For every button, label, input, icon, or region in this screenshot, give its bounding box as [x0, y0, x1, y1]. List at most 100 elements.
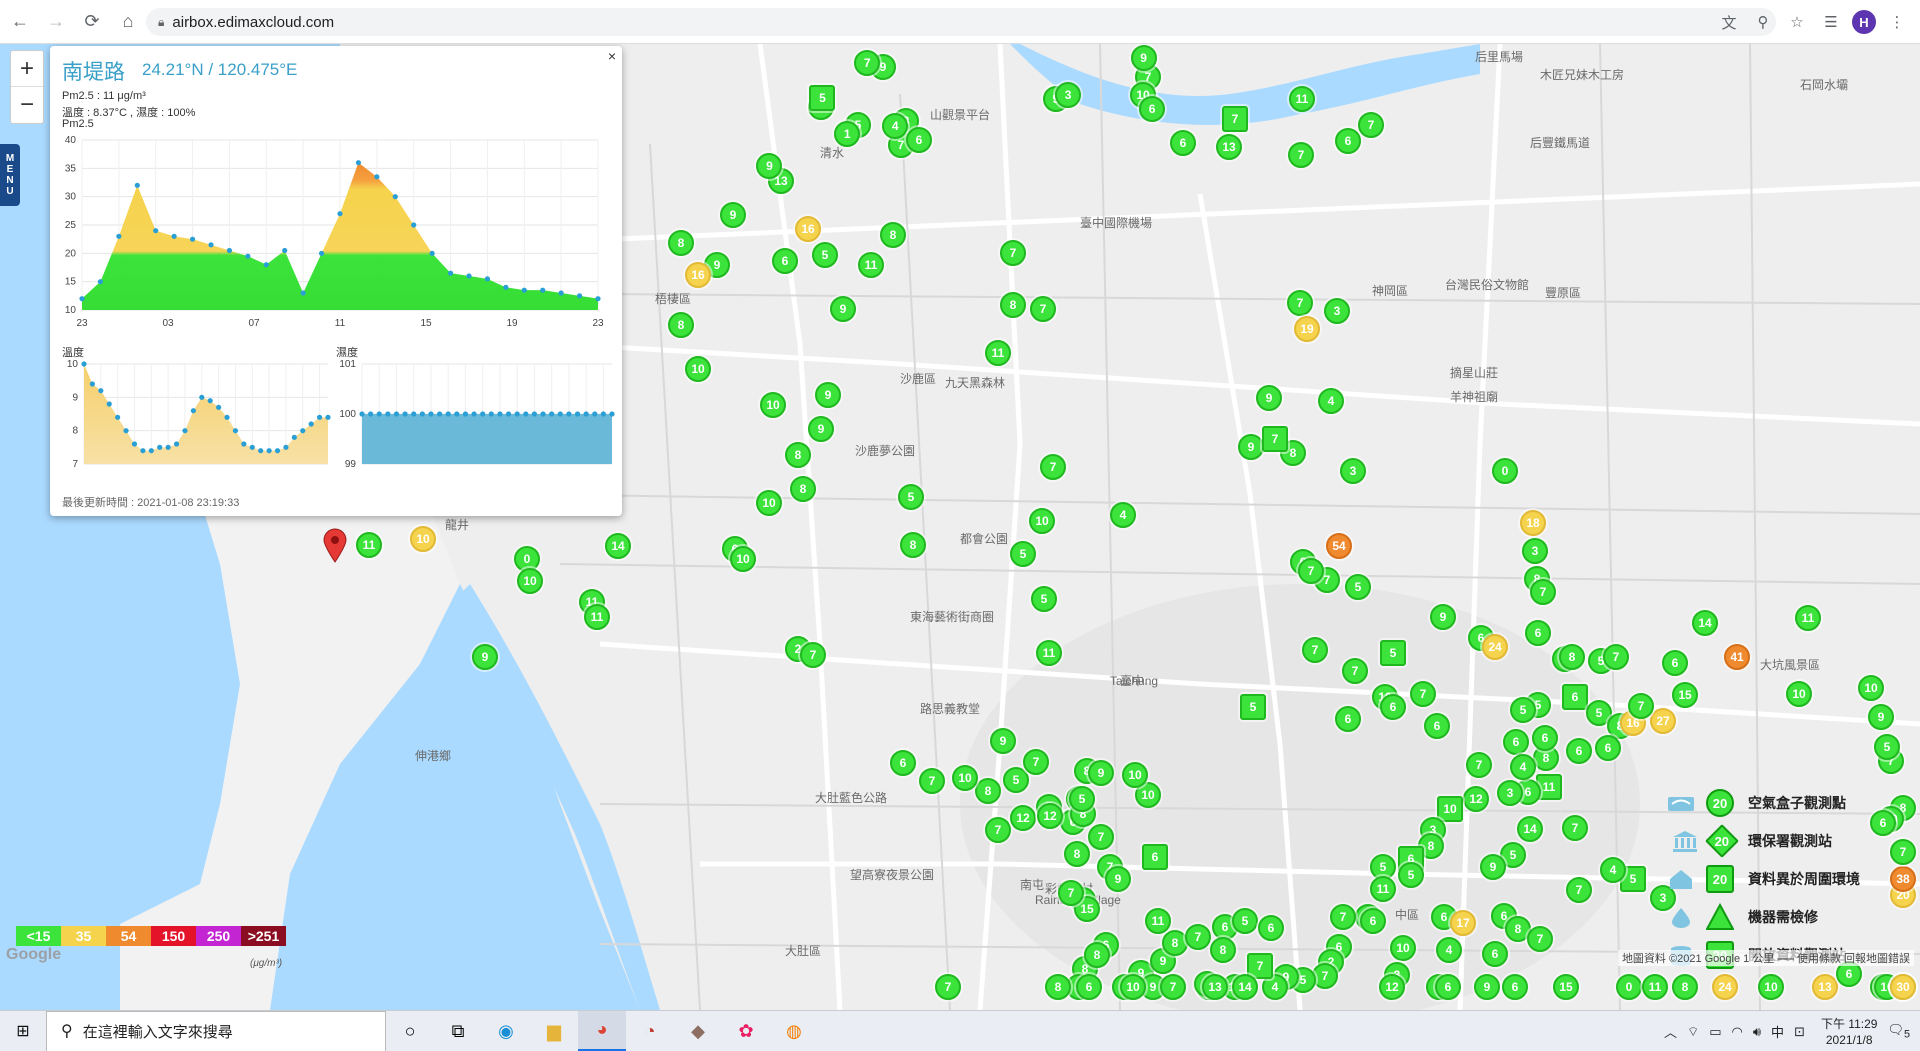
- station-marker[interactable]: 9: [1430, 604, 1456, 630]
- station-marker[interactable]: 7: [1040, 454, 1066, 480]
- back-icon[interactable]: ←: [4, 6, 36, 38]
- station-marker[interactable]: 13: [1812, 974, 1838, 1000]
- station-marker[interactable]: 30: [1890, 974, 1916, 1000]
- station-marker[interactable]: 5: [1240, 694, 1266, 720]
- battery-icon[interactable]: ▭: [1709, 1024, 1721, 1040]
- station-marker[interactable]: 15: [1553, 974, 1579, 1000]
- station-marker[interactable]: 7: [1466, 752, 1492, 778]
- address-bar[interactable]: 🔒︎ airbox.edimaxcloud.com: [146, 8, 1776, 36]
- station-marker[interactable]: 6: [772, 248, 798, 274]
- station-marker[interactable]: 6: [1566, 738, 1592, 764]
- windows-start-icon[interactable]: ⊞: [0, 1011, 46, 1051]
- station-marker[interactable]: 8: [668, 230, 694, 256]
- station-marker[interactable]: 5: [1069, 786, 1095, 812]
- station-marker[interactable]: 5: [1010, 541, 1036, 567]
- station-marker[interactable]: 12: [1463, 786, 1489, 812]
- cortana-icon[interactable]: ○: [386, 1011, 434, 1051]
- wifi-icon[interactable]: ◠: [1732, 1024, 1743, 1040]
- station-marker[interactable]: 5: [1003, 767, 1029, 793]
- station-marker[interactable]: 5: [1345, 574, 1371, 600]
- station-marker[interactable]: 4: [1318, 388, 1344, 414]
- tray-expand-icon[interactable]: ︿: [1664, 1022, 1677, 1041]
- taskbar-search-box[interactable]: ⚲ 在這裡輸入文字來搜尋: [46, 1010, 386, 1051]
- station-marker[interactable]: 5: [812, 242, 838, 268]
- station-marker[interactable]: 9: [1480, 854, 1506, 880]
- app-icon-compass[interactable]: ◔: [626, 1011, 674, 1051]
- home-icon[interactable]: ⌂: [112, 6, 144, 38]
- station-marker[interactable]: 8: [1559, 644, 1585, 670]
- station-marker[interactable]: 10: [1120, 974, 1146, 1000]
- station-marker[interactable]: 7: [1358, 112, 1384, 138]
- zoom-out-button[interactable]: −: [11, 87, 43, 123]
- station-marker[interactable]: 10: [730, 546, 756, 572]
- station-marker[interactable]: 6: [1380, 694, 1406, 720]
- station-marker[interactable]: 10: [1858, 675, 1884, 701]
- station-marker[interactable]: 14: [1517, 816, 1543, 842]
- ime-mode-icon[interactable]: ⊡: [1794, 1024, 1805, 1040]
- station-marker[interactable]: 11: [1795, 605, 1821, 631]
- station-marker[interactable]: 4: [1110, 502, 1136, 528]
- station-marker[interactable]: 14: [1232, 974, 1258, 1000]
- station-marker[interactable]: 8: [785, 442, 811, 468]
- station-marker[interactable]: 10: [685, 356, 711, 382]
- station-marker[interactable]: 8: [668, 312, 694, 338]
- station-marker[interactable]: 7: [1185, 924, 1211, 950]
- network-icon[interactable]: ⌔: [1687, 1024, 1699, 1040]
- station-marker[interactable]: 7: [1330, 904, 1356, 930]
- station-marker[interactable]: 11: [1289, 86, 1315, 112]
- station-marker[interactable]: 8: [1064, 841, 1090, 867]
- menu-tab[interactable]: M E N U: [0, 144, 20, 206]
- map-canvas[interactable]: 后里馬場 木匠兄妹木工房 石岡水壩 后豐鐵馬道 山觀景平台 清水 臺中國際機場 神岡區 台灣民俗…: [0, 44, 1920, 1010]
- reload-icon[interactable]: ⟳: [76, 6, 108, 38]
- station-marker[interactable]: 4: [1436, 937, 1462, 963]
- station-marker[interactable]: 7: [1628, 693, 1654, 719]
- station-marker[interactable]: 38: [1890, 866, 1916, 892]
- station-marker[interactable]: 11: [356, 532, 382, 558]
- station-marker[interactable]: 7: [1603, 644, 1629, 670]
- station-marker[interactable]: 10: [1390, 935, 1416, 961]
- station-marker[interactable]: 6: [1360, 908, 1386, 934]
- station-marker[interactable]: 6: [905, 127, 932, 154]
- station-marker[interactable]: 4: [1600, 857, 1626, 883]
- station-marker[interactable]: 7: [1000, 240, 1026, 266]
- station-marker[interactable]: 6: [1258, 915, 1284, 941]
- station-marker[interactable]: 7: [935, 974, 961, 1000]
- station-marker[interactable]: 8: [790, 476, 816, 502]
- notification-icon[interactable]: 🗨︎5: [1887, 1022, 1910, 1041]
- app-icon-paint[interactable]: ✿: [722, 1011, 770, 1051]
- station-marker[interactable]: 27: [1650, 708, 1676, 734]
- station-marker[interactable]: 8: [1000, 292, 1026, 318]
- station-marker[interactable]: 8: [1045, 974, 1071, 1000]
- station-marker[interactable]: 7: [1302, 637, 1328, 663]
- station-marker[interactable]: 6: [1335, 128, 1361, 154]
- station-marker[interactable]: 7: [1058, 880, 1084, 906]
- station-marker[interactable]: 5: [809, 85, 836, 112]
- station-marker[interactable]: 9: [1238, 434, 1264, 460]
- station-marker[interactable]: 13: [1202, 974, 1228, 1000]
- bookmark-star-icon[interactable]: ☆: [1784, 9, 1810, 35]
- station-marker[interactable]: 7: [1566, 877, 1592, 903]
- station-marker[interactable]: 11: [584, 604, 610, 630]
- station-marker[interactable]: 6: [1435, 974, 1461, 1000]
- station-marker[interactable]: 12: [1010, 805, 1036, 831]
- station-marker[interactable]: 7: [1530, 579, 1556, 605]
- station-marker[interactable]: 6: [1335, 706, 1361, 732]
- station-marker[interactable]: 6: [890, 750, 916, 776]
- station-marker[interactable]: 9: [1256, 385, 1282, 411]
- station-marker[interactable]: 7: [1342, 658, 1368, 684]
- station-marker[interactable]: 7: [1023, 749, 1049, 775]
- station-marker[interactable]: 12: [1037, 803, 1063, 829]
- station-marker[interactable]: 7: [1890, 839, 1916, 865]
- station-marker[interactable]: 11: [1370, 876, 1396, 902]
- zoom-icon[interactable]: ⚲: [1750, 9, 1776, 35]
- station-marker[interactable]: 11: [1036, 640, 1062, 666]
- station-marker[interactable]: 10: [760, 392, 786, 418]
- station-marker[interactable]: 14: [605, 533, 631, 559]
- station-marker[interactable]: 6: [1170, 130, 1196, 156]
- station-marker[interactable]: 7: [1410, 681, 1436, 707]
- station-marker[interactable]: 8: [1162, 930, 1188, 956]
- station-marker[interactable]: 18: [1520, 510, 1546, 536]
- chrome-icon[interactable]: ◕: [578, 1010, 626, 1051]
- station-marker[interactable]: 7: [1287, 290, 1313, 316]
- station-marker[interactable]: 24: [1712, 974, 1738, 1000]
